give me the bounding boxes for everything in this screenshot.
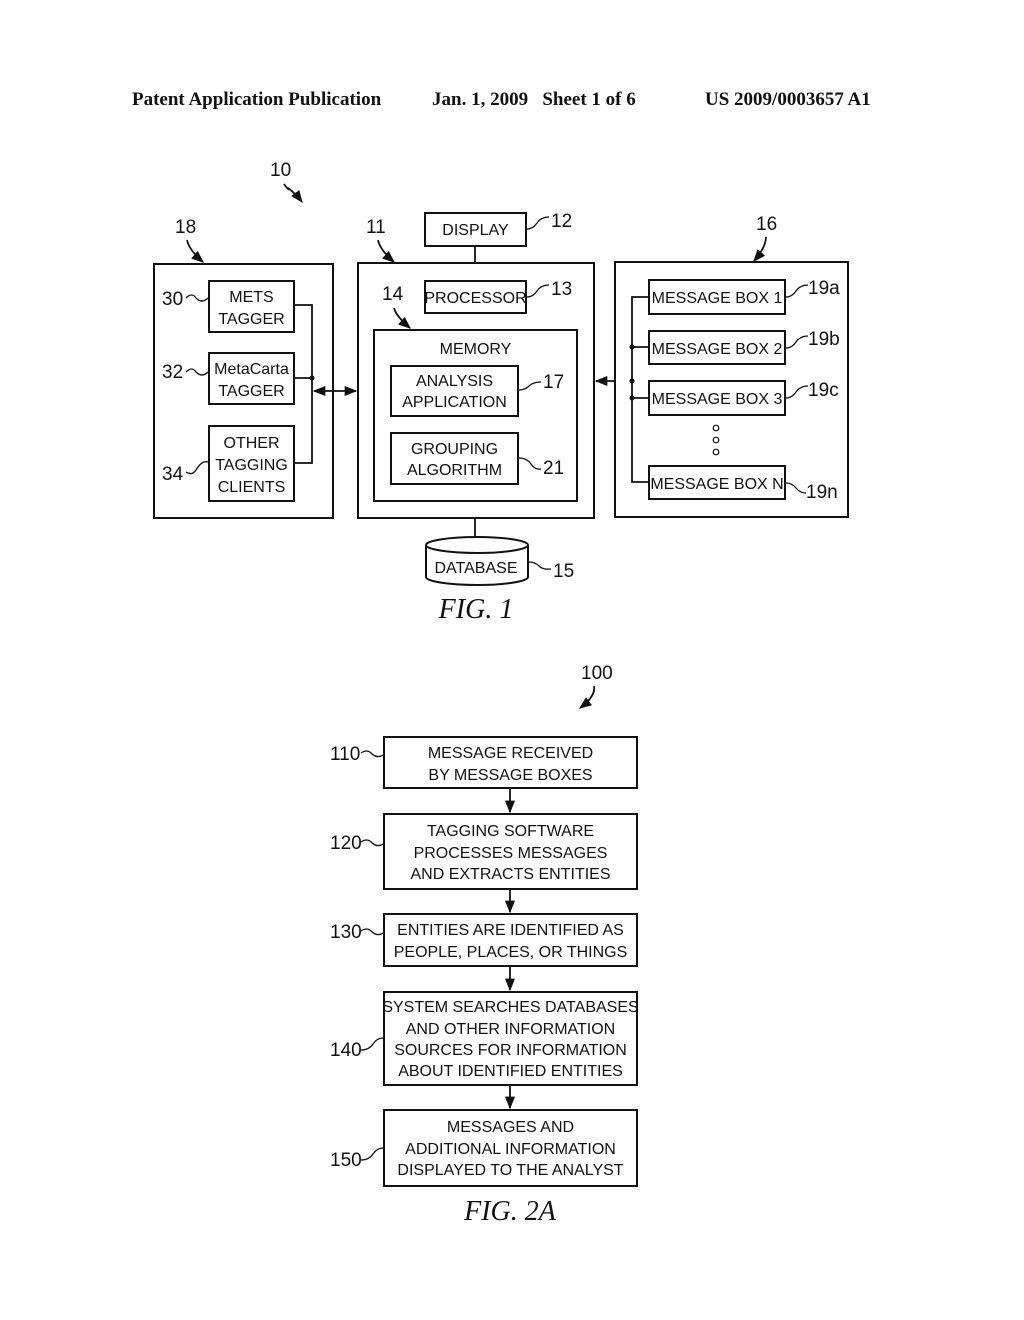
- ref-label: 10: [270, 160, 291, 181]
- ref-label: 110: [330, 744, 360, 765]
- ref-arrow: [377, 239, 395, 263]
- box-text: MESSAGE BOX N: [650, 476, 783, 493]
- junction-dot: [629, 378, 635, 384]
- box-text: CLIENTS: [218, 479, 286, 496]
- leader-line: [360, 839, 384, 847]
- box-text: BY MESSAGE BOXES: [428, 767, 592, 784]
- ref-label: 14: [382, 284, 404, 305]
- box-text: ADDITIONAL INFORMATION: [405, 1141, 616, 1158]
- figure-caption: FIG. 1: [438, 594, 514, 625]
- ref-label: 19b: [808, 329, 840, 350]
- ref-label: 13: [551, 279, 572, 300]
- message-box-group: 16 MESSAGE BOX 1 19a MESSAGE BOX 2 19b M…: [614, 214, 849, 518]
- box-text: TAGGING: [215, 457, 288, 474]
- box-text: MESSAGES AND: [447, 1119, 574, 1136]
- leader-line: [360, 928, 384, 936]
- box-text: METS: [229, 289, 273, 306]
- box-text: APPLICATION: [402, 394, 507, 411]
- figure-caption: FIG. 2A: [463, 1196, 557, 1227]
- ref-label: 140: [330, 1040, 362, 1061]
- ref-label: 12: [551, 211, 572, 232]
- box-text: MESSAGE BOX 3: [652, 391, 783, 408]
- ref-label: 19c: [808, 380, 839, 401]
- ref-label: 21: [543, 458, 564, 479]
- display: DISPLAY 12: [424, 211, 572, 263]
- box-text: TAGGER: [218, 311, 284, 328]
- box-text: DISPLAY: [442, 222, 509, 239]
- database-cylinder-top: [425, 536, 529, 554]
- box-text: PEOPLE, PLACES, OR THINGS: [394, 944, 628, 961]
- ref-label: 19a: [808, 278, 840, 299]
- patent-drawing: 10 18 METS TAGGER 30 MetaCarta TAGGER 32: [153, 160, 849, 1227]
- ref-label: 30: [162, 289, 183, 310]
- leader-line: [360, 1037, 384, 1051]
- fig2a: 100 MESSAGE RECEIVED BY MESSAGE BOXES 11…: [330, 663, 639, 1227]
- ref-label: 34: [162, 464, 184, 485]
- box-text: MetaCarta: [214, 361, 289, 378]
- flow-step-110: MESSAGE RECEIVED BY MESSAGE BOXES 110: [330, 736, 638, 789]
- leader-line: [526, 216, 550, 230]
- leader-line: [528, 561, 552, 570]
- ref-arrow: [753, 236, 767, 262]
- fig1: 10 18 METS TAGGER 30 MetaCarta TAGGER 32: [153, 160, 849, 625]
- box-text: TAGGING SOFTWARE: [427, 823, 594, 840]
- ref-label: 16: [756, 214, 777, 235]
- ref-label: 18: [175, 217, 196, 238]
- ref-label: 11: [366, 217, 386, 238]
- box-text: ABOUT IDENTIFIED ENTITIES: [398, 1063, 623, 1080]
- ref-arrow: [186, 239, 204, 263]
- box-text: ANALYSIS: [416, 373, 493, 390]
- memory-label: MEMORY: [440, 341, 512, 358]
- ref-label: 130: [330, 922, 362, 943]
- box-text: MESSAGE BOX 2: [652, 341, 783, 358]
- ref-label: 120: [330, 833, 362, 854]
- ref-arrow: [283, 183, 303, 204]
- box-text: AND OTHER INFORMATION: [406, 1021, 615, 1038]
- flow-step-120: TAGGING SOFTWARE PROCESSES MESSAGES AND …: [330, 813, 638, 890]
- box-text: OTHER: [224, 435, 280, 452]
- flow-step-130: ENTITIES ARE IDENTIFIED AS PEOPLE, PLACE…: [330, 913, 638, 967]
- tagger-group: 18 METS TAGGER 30 MetaCarta TAGGER 32 OT…: [153, 217, 334, 519]
- junction-dot: [629, 395, 635, 401]
- ref-label: 15: [553, 561, 574, 582]
- box-text: TAGGER: [218, 383, 284, 400]
- ref-label: 17: [543, 372, 564, 393]
- ref-label: 19n: [806, 482, 838, 503]
- ref-arrow: [578, 685, 596, 709]
- box-text: DATABASE: [435, 560, 518, 577]
- leader-line: [360, 1147, 384, 1161]
- computer-group: 11 DISPLAY 12 PROCESSOR 13 14 MEMORY ANA…: [357, 211, 595, 586]
- ref-label: 32: [162, 362, 183, 383]
- box-text: MESSAGE RECEIVED: [428, 745, 593, 762]
- flow-step-150: MESSAGES AND ADDITIONAL INFORMATION DISP…: [330, 1109, 638, 1187]
- box-text: AND EXTRACTS ENTITIES: [410, 866, 610, 883]
- ref-label: 100: [581, 663, 613, 684]
- box-text: PROCESSOR: [424, 290, 526, 307]
- leader-line: [360, 750, 384, 758]
- box-text: PROCESSES MESSAGES: [414, 845, 608, 862]
- box-text: SOURCES FOR INFORMATION: [394, 1042, 627, 1059]
- database: DATABASE 15: [425, 518, 574, 586]
- box-text: MESSAGE BOX 1: [652, 290, 783, 307]
- box-text: DISPLAYED TO THE ANALYST: [397, 1162, 623, 1179]
- junction-dot: [309, 375, 315, 381]
- box-text: GROUPING: [411, 441, 498, 458]
- box-text: ENTITIES ARE IDENTIFIED AS: [397, 922, 624, 939]
- ref-label: 150: [330, 1150, 362, 1171]
- box-text: SYSTEM SEARCHES DATABASES: [382, 999, 638, 1016]
- junction-dot: [629, 344, 635, 350]
- flow-step-140: SYSTEM SEARCHES DATABASES AND OTHER INFO…: [330, 991, 639, 1086]
- box-text: ALGORITHM: [407, 462, 502, 479]
